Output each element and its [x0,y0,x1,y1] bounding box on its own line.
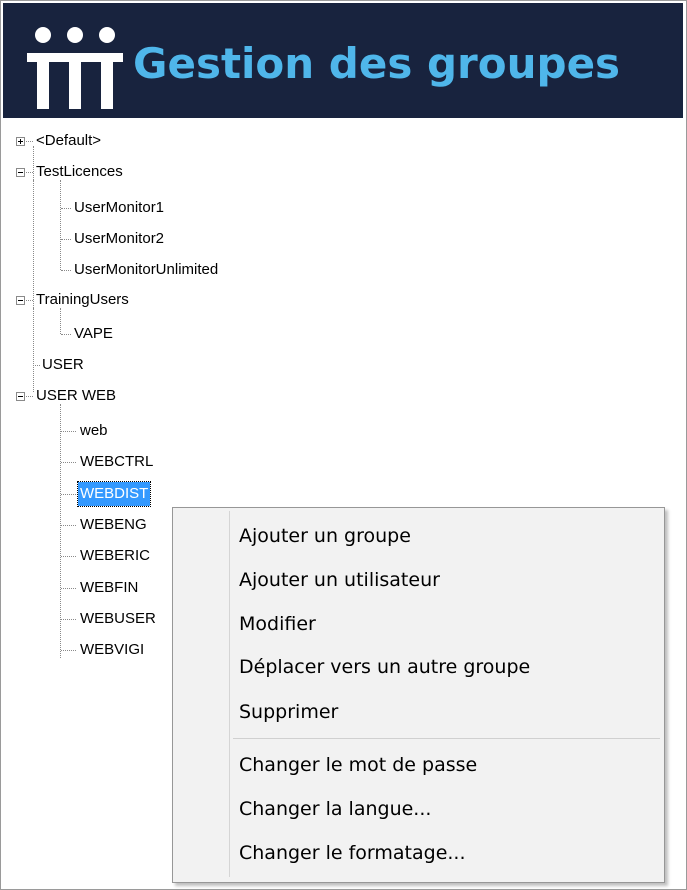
tree-node-weberic[interactable]: WEBERIC [80,544,150,568]
collapse-button[interactable] [16,392,25,401]
menu-item-change-language[interactable]: Changer la langue... [239,792,431,826]
tree-node-user-web[interactable]: USER WEB [36,384,116,408]
tree-node-webeng[interactable]: WEBENG [80,513,147,537]
tree-node-webvigi[interactable]: WEBVIGI [80,638,144,662]
tree-node-default[interactable]: <Default> [36,129,101,153]
tree-node-trainingusers[interactable]: TrainingUsers [36,288,129,312]
menu-item-add-user[interactable]: Ajouter un utilisateur [239,563,440,597]
tree-node-webuser[interactable]: WEBUSER [80,607,156,631]
tree-node-webctrl[interactable]: WEBCTRL [80,450,153,474]
menu-item-change-password[interactable]: Changer le mot de passe [239,748,477,782]
tree-connector [61,431,76,432]
tree-connector [61,525,76,526]
menu-item-move-group[interactable]: Déplacer vers un autre groupe [239,650,530,684]
tree-connector [61,239,71,240]
collapse-button[interactable] [16,296,25,305]
tree-connector [26,172,33,173]
tree-connector [61,462,76,463]
tree-node-usermonitor1[interactable]: UserMonitor1 [74,196,164,220]
tree-connector [26,300,33,301]
tree-connector [33,308,34,334]
tree-connector [61,494,76,495]
menu-item-delete[interactable]: Supprimer [239,695,338,729]
page-title: Gestion des groupes [133,39,621,88]
menu-icon-gutter [229,511,230,877]
tree-node-web[interactable]: web [80,419,108,443]
tree-node-testlicences[interactable]: TestLicences [36,160,123,184]
tree-node-usermonitor2[interactable]: UserMonitor2 [74,227,164,251]
expand-button[interactable] [16,137,25,146]
tree-connector [61,650,76,651]
tree-connector [33,180,34,270]
tree-connector [61,556,76,557]
tree-connector [61,334,71,335]
context-menu[interactable]: Ajouter un groupe Ajouter un utilisateur… [172,507,665,883]
tree-connector [61,588,76,589]
header-banner: Gestion des groupes [3,3,683,118]
iii-logo-icon [27,27,123,109]
tree-node-webfin[interactable]: WEBFIN [80,576,138,600]
tree-node-usermonitorunlimited[interactable]: UserMonitorUnlimited [74,258,218,282]
tree-connector [61,270,71,271]
menu-separator [233,738,660,739]
tree-node-vape[interactable]: VAPE [74,322,113,346]
tree-connector [61,619,76,620]
tree-node-user[interactable]: USER [42,353,84,377]
menu-item-change-format[interactable]: Changer le formatage... [239,836,466,870]
tree-connector [26,396,33,397]
menu-item-modify[interactable]: Modifier [239,607,316,641]
tree-node-webdist-selected[interactable]: WEBDIST [76,481,152,507]
tree-connector [60,180,61,270]
tree-connector [33,365,40,366]
menu-item-add-group[interactable]: Ajouter un groupe [239,519,411,553]
tree-connector [61,208,71,209]
collapse-button[interactable] [16,168,25,177]
tree-connector [26,141,33,142]
